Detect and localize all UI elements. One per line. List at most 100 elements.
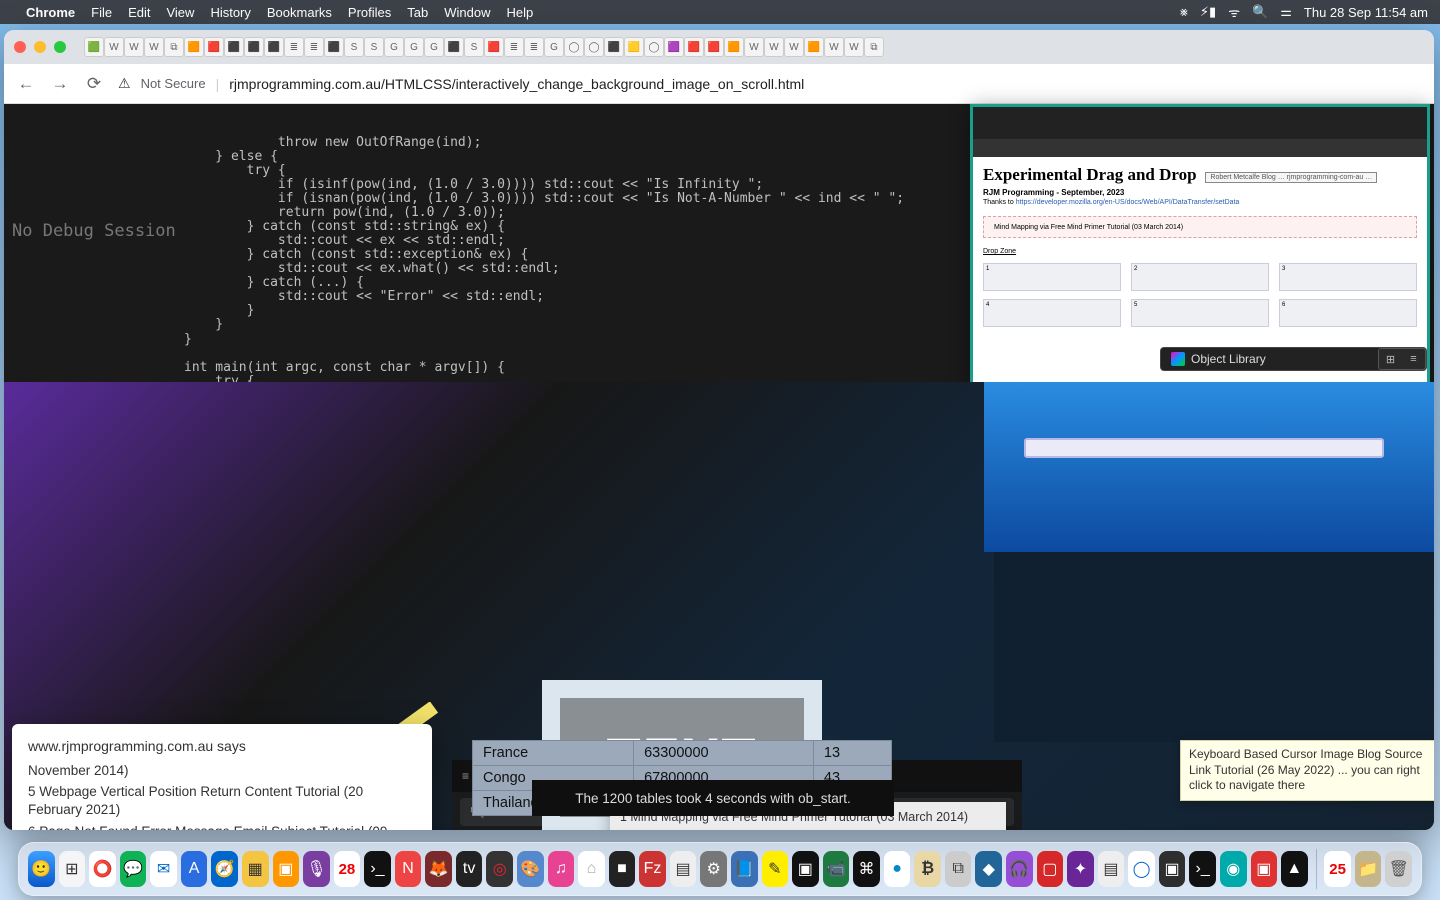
inset-dropzone[interactable]: Mind Mapping via Free Mind Primer Tutori… <box>983 216 1417 238</box>
launchpad-icon[interactable]: ⊞ <box>59 851 86 887</box>
bitcoin-icon[interactable]: ₿ <box>914 851 941 887</box>
pinned-tab[interactable]: W <box>104 37 124 57</box>
dock-app-icon[interactable]: ◆ <box>975 851 1002 887</box>
dock-app-icon[interactable]: ⧉ <box>945 851 972 887</box>
pinned-tab[interactable]: W <box>824 37 844 57</box>
pinned-tab[interactable]: ⬛ <box>264 37 284 57</box>
inset-thumb[interactable]: 1 <box>983 263 1121 291</box>
dock-app-icon[interactable]: ▦ <box>242 851 269 887</box>
pinned-tab[interactable]: S <box>464 37 484 57</box>
dock-app-icon[interactable]: ▣ <box>792 851 819 887</box>
pinned-tab[interactable]: W <box>784 37 804 57</box>
pinned-tab[interactable]: W <box>144 37 164 57</box>
calendar-icon[interactable]: 28 <box>334 851 361 887</box>
back-button[interactable]: ← <box>16 74 36 94</box>
music-icon[interactable]: ♫ <box>548 851 575 887</box>
menu-file[interactable]: File <box>91 5 112 20</box>
menu-profiles[interactable]: Profiles <box>348 5 391 20</box>
pinned-tab[interactable]: ⬛ <box>324 37 344 57</box>
pinned-tab[interactable]: ≣ <box>304 37 324 57</box>
safari-icon[interactable]: 🧭 <box>211 851 238 887</box>
firefox-icon[interactable]: 🦊 <box>425 851 452 887</box>
inset-thumb[interactable]: 6 <box>1279 299 1417 327</box>
object-library-viewmode[interactable]: ⊞≡ <box>1378 348 1426 370</box>
inset-thumb[interactable]: 4 <box>983 299 1121 327</box>
pinned-tab[interactable]: 🟧 <box>804 37 824 57</box>
pinned-tab[interactable]: ⬛ <box>444 37 464 57</box>
pinned-tab[interactable]: G <box>404 37 424 57</box>
minimize-window-button[interactable] <box>34 41 46 53</box>
menu-tab[interactable]: Tab <box>407 5 428 20</box>
control-center-icon[interactable]: ⚌ <box>1280 4 1292 20</box>
trash-icon[interactable]: 🗑 <box>1385 851 1412 887</box>
appletv-icon[interactable]: tv <box>456 851 483 887</box>
pinned-tab[interactable]: G <box>544 37 564 57</box>
inset-thanks-link[interactable]: https://developer.mozilla.org/en-US/docs… <box>1016 199 1240 206</box>
pinned-tab[interactable]: ≣ <box>524 37 544 57</box>
podcast-icon[interactable]: 🎧 <box>1006 851 1033 887</box>
pinned-tab[interactable]: 🟧 <box>184 37 204 57</box>
pinned-tab[interactable]: ⬛ <box>224 37 244 57</box>
dock-app-icon[interactable]: 🎨 <box>517 851 544 887</box>
pinned-tab[interactable]: 🟪 <box>664 37 684 57</box>
pinned-tab[interactable]: W <box>844 37 864 57</box>
reload-button[interactable]: ⟳ <box>84 74 104 94</box>
dock-app-icon[interactable]: 📘 <box>731 851 758 887</box>
filezilla-icon[interactable]: Fz <box>639 851 666 887</box>
app-name[interactable]: Chrome <box>26 5 75 20</box>
finder-icon[interactable]: 🙂 <box>28 851 55 887</box>
mail-icon[interactable]: ✉︎ <box>150 851 177 887</box>
dock-app-icon[interactable]: ▣ <box>1251 851 1278 887</box>
dock-app-icon[interactable]: ▤ <box>670 851 697 887</box>
clock[interactable]: Thu 28 Sep 11:54 am <box>1304 5 1428 20</box>
menu-bookmarks[interactable]: Bookmarks <box>267 5 332 20</box>
menu-window[interactable]: Window <box>444 5 490 20</box>
messages-icon[interactable]: 💬 <box>120 851 147 887</box>
menu-edit[interactable]: Edit <box>128 5 150 20</box>
close-window-button[interactable] <box>14 41 26 53</box>
menu-help[interactable]: Help <box>507 5 534 20</box>
pinned-tab[interactable]: ≣ <box>284 37 304 57</box>
calendar-icon[interactable]: 25 <box>1324 851 1351 887</box>
battery-icon[interactable]: ⚡︎▮ <box>1200 4 1216 20</box>
dock-folder-icon[interactable]: 📁 <box>1355 851 1382 887</box>
inset-thumb[interactable]: 2 <box>1131 263 1269 291</box>
dock-app-icon[interactable]: ⌂ <box>578 851 605 887</box>
dock-app-icon[interactable]: ▲ <box>1281 851 1308 887</box>
pinned-tab[interactable]: ⧉ <box>864 37 884 57</box>
dock-app-icon[interactable]: ■ <box>609 851 636 887</box>
notes-icon[interactable]: ✎ <box>762 851 789 887</box>
forward-button[interactable]: → <box>50 74 70 94</box>
settings-icon[interactable]: ⚙ <box>700 851 727 887</box>
pinned-tab[interactable]: W <box>744 37 764 57</box>
pinned-tab[interactable]: 🟥 <box>684 37 704 57</box>
dock-app-icon[interactable]: ◉ <box>1220 851 1247 887</box>
pinned-tab[interactable]: W <box>764 37 784 57</box>
pinned-tab[interactable]: ◯ <box>644 37 664 57</box>
pinned-tab[interactable]: 🟥 <box>484 37 504 57</box>
dock-app-icon[interactable]: ✦ <box>1067 851 1094 887</box>
pinned-tab[interactable]: ≣ <box>504 37 524 57</box>
dock-app-icon[interactable]: ● <box>884 851 911 887</box>
pinned-tab[interactable]: G <box>384 37 404 57</box>
address-bar[interactable]: ⚠ Not Secure | rjmprogramming.com.au/HTM… <box>118 75 1422 92</box>
pinned-tab[interactable]: ◯ <box>564 37 584 57</box>
app-store-icon[interactable]: A <box>181 851 208 887</box>
pinned-tab[interactable]: 🟨 <box>624 37 644 57</box>
inset-thumb[interactable]: 5 <box>1131 299 1269 327</box>
inset-thumb[interactable]: 3 <box>1279 263 1417 291</box>
hamburger-icon[interactable]: ≡ <box>462 769 469 783</box>
pinned-tab[interactable]: ⬛ <box>244 37 264 57</box>
pinned-tab[interactable]: G <box>424 37 444 57</box>
terminal-icon[interactable]: ›_ <box>1189 851 1216 887</box>
menu-view[interactable]: View <box>166 5 194 20</box>
dock-app-icon[interactable]: ▤ <box>1098 851 1125 887</box>
dock-app-icon[interactable]: ⌘ <box>853 851 880 887</box>
pinned-tab[interactable]: ⬛ <box>604 37 624 57</box>
bluetooth-icon[interactable]: ⨳ <box>1180 4 1188 20</box>
podcast-icon[interactable]: 🎙 <box>303 851 330 887</box>
pinned-tab[interactable]: 🟩 <box>84 37 104 57</box>
pinned-tab[interactable]: ◯ <box>584 37 604 57</box>
pinned-tab[interactable]: S <box>364 37 384 57</box>
dock-app-icon[interactable]: ▣ <box>1159 851 1186 887</box>
